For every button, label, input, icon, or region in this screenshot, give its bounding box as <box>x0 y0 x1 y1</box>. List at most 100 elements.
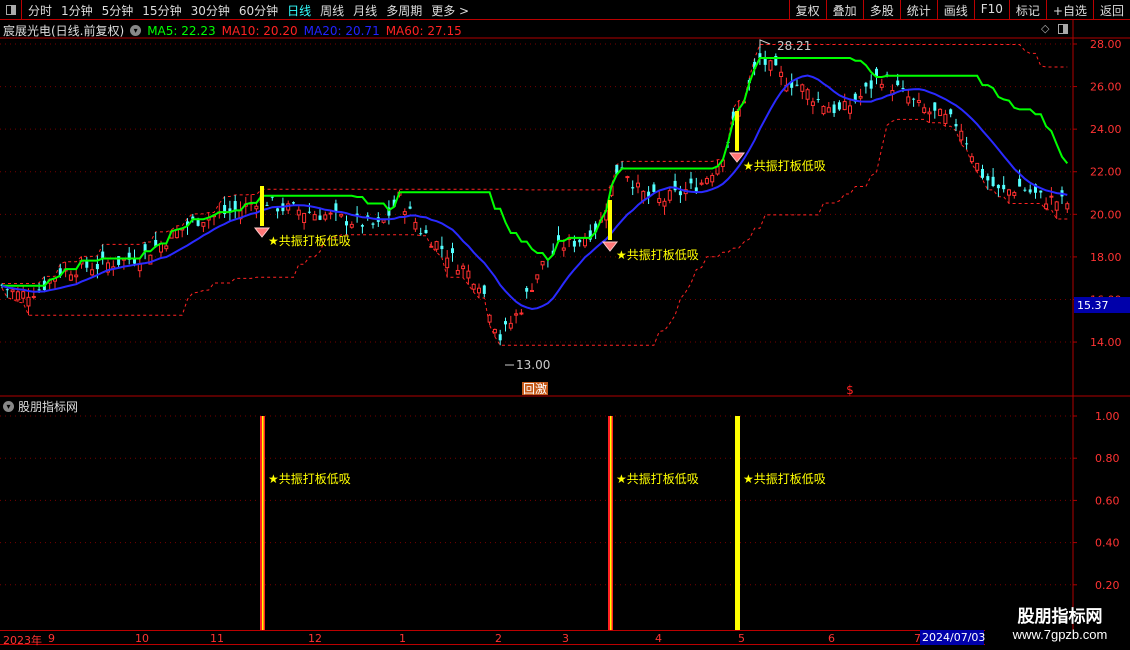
candle <box>440 236 444 258</box>
candle-body <box>455 269 460 275</box>
candle <box>1028 184 1032 195</box>
candle <box>286 200 291 215</box>
candle-body <box>328 212 333 215</box>
candle-body <box>949 109 953 115</box>
gem-icon <box>602 241 618 252</box>
candle <box>68 270 73 282</box>
chevron-down-icon[interactable]: ▾ <box>3 401 14 412</box>
x-label: 2023年 <box>3 634 42 647</box>
candle <box>981 164 984 180</box>
candle <box>90 262 95 277</box>
candle-body <box>652 184 656 192</box>
candle-body <box>779 71 784 77</box>
candle-body <box>519 312 524 315</box>
candle-body <box>323 214 328 220</box>
candle <box>1044 197 1049 210</box>
candle-body <box>625 176 630 179</box>
candle-body <box>21 291 26 299</box>
candle-body <box>514 313 519 316</box>
high-price-label: 28.21 <box>777 39 811 53</box>
candle <box>790 73 794 96</box>
candle <box>938 108 943 117</box>
candle <box>689 172 693 190</box>
watermark: 股朋指标网 www.7gpzb.com <box>990 602 1130 642</box>
candle <box>768 59 773 77</box>
candle-body <box>1007 189 1011 196</box>
candle-body <box>959 130 964 141</box>
candle <box>578 238 582 247</box>
candle <box>864 81 868 94</box>
candle-body <box>440 245 444 250</box>
candle-body <box>15 291 20 301</box>
candle <box>1007 188 1011 204</box>
y-tick-label: 18.00 <box>1090 251 1122 264</box>
candle <box>832 101 836 117</box>
candle <box>540 260 545 270</box>
signal-bar <box>608 200 612 240</box>
candle-body <box>704 178 709 184</box>
candle <box>965 136 969 150</box>
candle <box>535 274 540 284</box>
indicator-signal-label: ★共振打板低吸 <box>743 472 826 486</box>
candle <box>567 234 572 248</box>
candle <box>625 175 630 182</box>
signal-label: ★共振打板低吸 <box>743 159 826 173</box>
candle-body <box>466 270 471 279</box>
indicator-signal-label: ★共振打板低吸 <box>268 472 351 486</box>
candle-body <box>572 240 576 247</box>
candle <box>704 176 709 185</box>
candle <box>419 227 423 236</box>
x-label: 11 <box>210 632 224 645</box>
current-price-label: 15.37 <box>1077 299 1109 312</box>
candle-body <box>678 191 682 196</box>
candle-body <box>800 84 805 92</box>
candle-body <box>795 84 799 86</box>
candle-body <box>487 314 492 323</box>
candle-body <box>986 176 990 181</box>
candle-body <box>318 215 322 220</box>
candle <box>360 223 364 234</box>
candle <box>328 210 333 220</box>
candle-body <box>424 229 428 234</box>
candle <box>583 232 587 249</box>
candle-body <box>879 83 884 88</box>
candle <box>74 268 79 283</box>
candle <box>492 328 497 337</box>
candle-body <box>906 96 911 104</box>
candle <box>933 102 937 119</box>
candle <box>657 190 662 206</box>
candle <box>673 173 677 193</box>
candle <box>519 308 524 316</box>
candle-body <box>864 82 868 87</box>
candle-body <box>583 237 587 247</box>
candle-body <box>1012 192 1017 196</box>
candle <box>477 283 481 298</box>
candle-body <box>402 211 407 215</box>
candle <box>848 100 852 120</box>
candle-body <box>312 214 317 221</box>
candle <box>826 102 831 113</box>
candle-body <box>689 178 693 184</box>
candle <box>345 215 348 235</box>
y-tick-label: 14.00 <box>1090 336 1122 349</box>
candle-body <box>699 182 704 185</box>
candle-body <box>413 221 418 230</box>
kline-chart: 28.0026.0024.0022.0020.0018.0016.0014.00… <box>0 20 1130 630</box>
candle <box>991 168 995 188</box>
candle-body <box>943 113 948 124</box>
candle-body <box>254 205 259 210</box>
candle <box>296 206 301 220</box>
signal-bar <box>735 111 739 151</box>
candle-body <box>164 245 169 250</box>
x-label: 5 <box>738 632 745 645</box>
candle-body <box>540 260 545 266</box>
candle <box>805 87 810 106</box>
candle <box>916 92 921 107</box>
candle-body <box>296 209 301 216</box>
candle-body <box>270 196 274 198</box>
candle <box>949 108 953 118</box>
indicator-signal-label: ★共振打板低吸 <box>616 472 699 486</box>
candle-body <box>1002 184 1006 190</box>
candle-body <box>916 100 921 103</box>
x-label: 2 <box>495 632 502 645</box>
